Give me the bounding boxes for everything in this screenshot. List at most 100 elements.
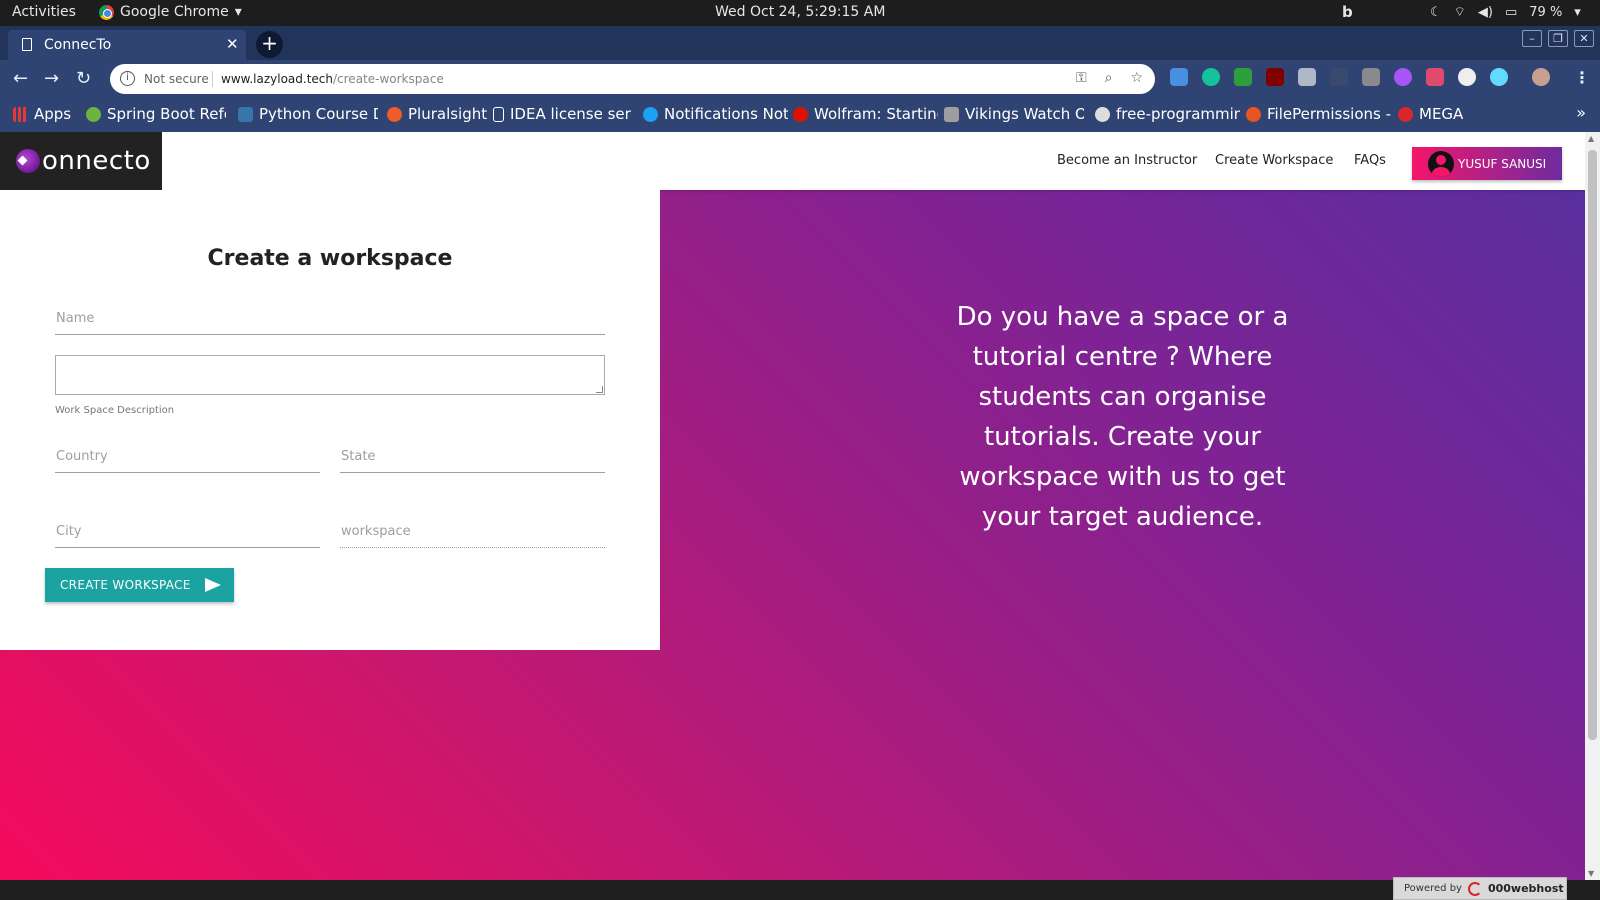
clock[interactable]: Wed Oct 24, 5:29:15 AM: [715, 4, 885, 20]
page-icon: [493, 106, 504, 122]
minimize-button[interactable]: –: [1522, 30, 1542, 47]
reload-icon[interactable]: ↻: [76, 68, 91, 89]
os-top-bar: Activities Google Chrome ▾ Wed Oct 24, 5…: [0, 0, 1600, 26]
bing-icon[interactable]: b: [1342, 3, 1353, 21]
bookmark-apps[interactable]: Apps: [13, 105, 71, 123]
bookmark-label: Pluralsight: [408, 105, 488, 123]
scrollbar-thumb[interactable]: [1588, 150, 1597, 740]
send-icon: [204, 578, 221, 592]
address-bar[interactable]: i Not secure www.lazyload.tech/create-wo…: [110, 64, 1155, 94]
app-menu[interactable]: Google Chrome ▾: [99, 4, 242, 20]
scroll-up-icon[interactable]: ▲: [1588, 134, 1594, 143]
state-placeholder: State: [341, 449, 376, 464]
key-icon[interactable]: ⚿: [1076, 70, 1087, 86]
scrollbar[interactable]: ▲ ▼: [1585, 132, 1600, 880]
extension-icon[interactable]: [1426, 68, 1444, 86]
window-controls: – ❐ ✕: [1522, 30, 1594, 47]
form-title: Create a workspace: [207, 246, 453, 271]
app-name: Google Chrome: [120, 4, 229, 20]
github-icon: [1095, 106, 1110, 122]
nav-become-instructor[interactable]: Become an Instructor: [1057, 153, 1197, 168]
browser-tab[interactable]: ConnecTo ✕: [8, 30, 246, 60]
star-icon[interactable]: ☆: [1130, 70, 1143, 86]
workspace-input[interactable]: workspace: [340, 518, 605, 548]
omnibox-icons: ⚿ ⌕ ☆: [1076, 70, 1143, 86]
nav-faqs[interactable]: FAQs: [1354, 153, 1386, 168]
python-icon: [238, 106, 253, 122]
activities-button[interactable]: Activities: [12, 4, 76, 20]
formula-icon[interactable]: [1330, 68, 1348, 86]
create-workspace-button[interactable]: CREATE WORKSPACE: [45, 568, 234, 602]
bookmark-label: Vikings Watch O: [965, 105, 1084, 123]
bookmark-item[interactable]: Pluralsight: [387, 105, 492, 123]
brand-logo[interactable]: onnecto: [0, 132, 162, 190]
country-input[interactable]: Country: [55, 443, 320, 473]
grammarly-icon[interactable]: [1202, 68, 1220, 86]
name-input[interactable]: Name: [55, 305, 605, 335]
menu-icon[interactable]: ⋮: [1574, 68, 1590, 87]
bookmark-item[interactable]: Vikings Watch O: [944, 105, 1084, 123]
maximize-button[interactable]: ❐: [1548, 30, 1568, 47]
pluralsight-icon: [387, 106, 402, 122]
scroll-down-icon[interactable]: ▼: [1588, 869, 1594, 878]
apps-grid-icon: [13, 106, 28, 122]
night-mode-icon: ☾: [1430, 4, 1442, 20]
account-icon: [1428, 150, 1454, 177]
ublock-icon[interactable]: [1266, 68, 1284, 86]
host-logo-icon: [1467, 881, 1482, 896]
back-icon[interactable]: ←: [13, 68, 28, 89]
battery-level: 79 %: [1529, 4, 1563, 20]
wifi-icon: ⌔: [1453, 5, 1466, 20]
bookmark-label: IDEA license ser: [510, 105, 631, 123]
chevron-right-icon[interactable]: »: [1576, 103, 1586, 122]
cors-icon[interactable]: [1234, 68, 1252, 86]
bookmark-item[interactable]: Wolfram: Starting: [793, 105, 938, 123]
browser-toolbar: ← → ↻ i Not secure www.lazyload.tech/cre…: [0, 60, 1600, 98]
bookmark-item[interactable]: Spring Boot Refe: [86, 105, 226, 123]
bookmark-label: Spring Boot Refe: [107, 105, 226, 123]
description-textarea[interactable]: [55, 355, 605, 395]
vikings-icon: [944, 106, 959, 122]
extension-icon[interactable]: [1394, 68, 1412, 86]
zoom-icon[interactable]: ⌕: [1105, 70, 1113, 86]
bookmark-item[interactable]: Python Course D: [238, 105, 378, 123]
powered-by-badge[interactable]: Powered by 000webhost: [1393, 877, 1567, 900]
close-window-button[interactable]: ✕: [1574, 30, 1594, 47]
chrome-icon: [99, 4, 114, 20]
system-tray[interactable]: ☾ ⌔ ◀) ▭ 79 % ▾: [1430, 4, 1581, 21]
extension-icon[interactable]: [1458, 68, 1476, 86]
bookmarks-bar: Apps Spring Boot Refe Python Course D Pl…: [0, 98, 1600, 132]
bookmark-item[interactable]: Notifications Noti: [643, 105, 788, 123]
new-tab-button[interactable]: +: [256, 31, 283, 58]
state-input[interactable]: State: [340, 443, 605, 473]
workspace-placeholder: workspace: [341, 524, 411, 539]
bookmark-item[interactable]: free-programming: [1095, 105, 1240, 123]
user-menu-button[interactable]: YUSUF SANUSI: [1412, 147, 1562, 180]
twitter-icon: [643, 106, 658, 122]
vue-icon[interactable]: [1298, 68, 1316, 86]
city-input[interactable]: City: [55, 518, 320, 548]
page-icon: [22, 38, 32, 51]
bookmark-item[interactable]: IDEA license ser: [493, 105, 638, 123]
bottom-strip: [0, 880, 1600, 900]
nav-create-workspace[interactable]: Create Workspace: [1215, 153, 1333, 168]
resize-handle-icon[interactable]: [596, 386, 603, 393]
country-placeholder: Country: [56, 449, 108, 464]
spring-icon: [86, 106, 101, 122]
bookmark-item[interactable]: FilePermissions -: [1246, 105, 1391, 123]
bookmark-item[interactable]: MEGA: [1398, 105, 1463, 123]
extension-icon[interactable]: [1170, 68, 1188, 86]
info-icon[interactable]: i: [120, 71, 135, 86]
divider: [212, 71, 213, 87]
extension-icon[interactable]: [1362, 68, 1380, 86]
avatar[interactable]: [1532, 68, 1550, 86]
url-text[interactable]: www.lazyload.tech/create-workspace: [221, 72, 444, 86]
powered-by-label: Powered by: [1404, 883, 1462, 894]
volume-icon: ◀): [1477, 4, 1493, 20]
page-viewport: onnecto Become an Instructor Create Work…: [0, 132, 1585, 880]
forward-icon[interactable]: →: [44, 68, 59, 89]
security-label: Not secure: [144, 72, 209, 86]
close-icon[interactable]: ✕: [226, 35, 239, 53]
tab-strip: ConnecTo ✕: [0, 26, 1600, 60]
react-devtools-icon[interactable]: [1490, 68, 1508, 86]
